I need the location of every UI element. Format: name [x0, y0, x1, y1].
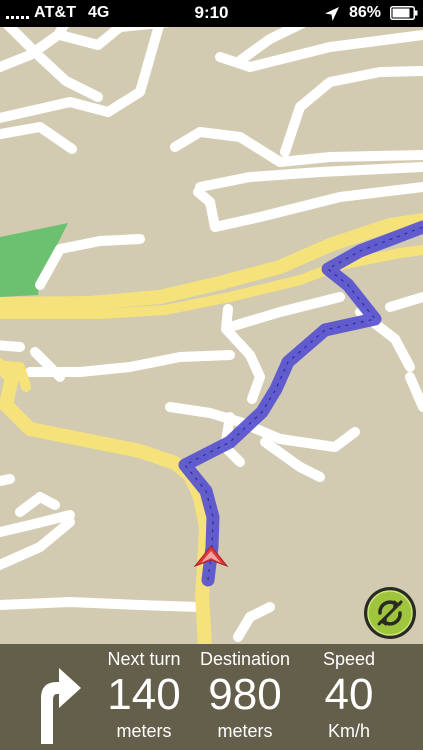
map-canvas[interactable] — [0, 27, 423, 644]
navigation-screen: AT&T 4G 9:10 86% Next turn 140 meters De… — [0, 0, 423, 750]
speed-label: Speed — [322, 649, 376, 669]
turn-right-arrow-icon — [41, 668, 81, 744]
destination-unit: meters — [217, 721, 273, 741]
recenter-rotate-icon[interactable] — [363, 586, 417, 640]
battery-icon — [390, 6, 418, 20]
carrier-name: AT&T — [34, 4, 77, 21]
battery-percentage: 86% — [349, 4, 382, 21]
navigation-info-panel: Next turn 140 meters Destination 980 met… — [0, 644, 423, 750]
status-bar: AT&T 4G 9:10 86% — [0, 0, 423, 27]
location-arrow-icon — [325, 7, 339, 21]
destination-distance: 980 — [208, 670, 282, 719]
speed-value: 40 — [324, 670, 374, 719]
speed-metric: Speed 40 Km/h — [310, 644, 388, 741]
signal-bars-icon — [6, 9, 29, 19]
next-turn-metric: Next turn 140 meters — [98, 644, 190, 741]
network-type: 4G — [88, 4, 110, 21]
next-turn-unit: meters — [116, 721, 172, 741]
map-view[interactable] — [0, 27, 423, 644]
next-turn-label: Next turn — [107, 649, 181, 669]
destination-metric: Destination 980 meters — [195, 644, 295, 741]
destination-label: Destination — [199, 649, 291, 669]
speed-unit: Km/h — [327, 721, 370, 741]
next-turn-distance: 140 — [107, 670, 181, 719]
